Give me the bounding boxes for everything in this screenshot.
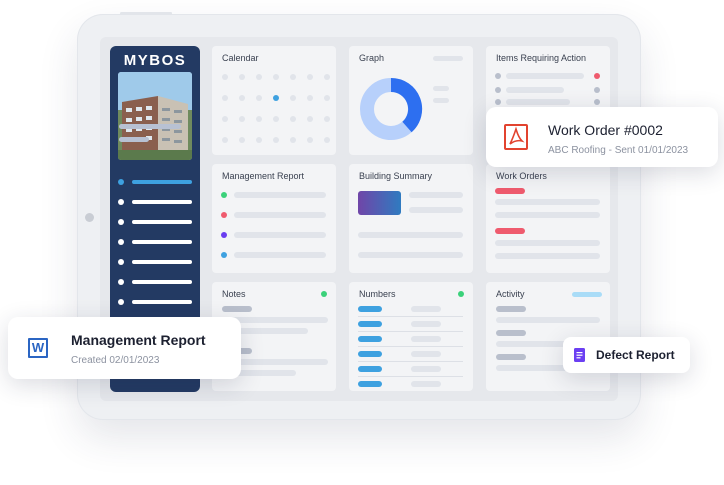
work-orders-card-title: Work Orders [496, 171, 547, 181]
numbers-row-label [411, 366, 441, 372]
calendar-day[interactable] [324, 95, 330, 101]
numbers-row-divider [358, 316, 463, 317]
calendar-day[interactable] [222, 137, 228, 143]
calendar-day[interactable] [273, 74, 279, 80]
numbers-row-value [358, 381, 382, 387]
defect-report-label: Defect Report [596, 348, 675, 362]
graph-card[interactable]: Graph [349, 46, 473, 155]
management-report-notification[interactable]: W Management Report Created 02/01/2023 [8, 317, 241, 379]
building-name-placeholder [119, 124, 181, 129]
calendar-day[interactable] [256, 137, 262, 143]
building-photo [118, 72, 192, 160]
numbers-row-value [358, 306, 382, 312]
calendar-day[interactable] [307, 95, 313, 101]
calendar-day[interactable] [273, 137, 279, 143]
pdf-icon [504, 124, 528, 150]
calendar-day[interactable] [239, 95, 245, 101]
calendar-card[interactable]: Calendar [212, 46, 336, 155]
numbers-card-title: Numbers [359, 289, 396, 299]
calendar-day[interactable] [324, 74, 330, 80]
sidebar-item[interactable] [118, 258, 198, 266]
sidebar-item-dashboard[interactable] [118, 178, 198, 186]
calendar-day[interactable] [324, 116, 330, 122]
calendar-day[interactable] [290, 137, 296, 143]
building-summary-card-title: Building Summary [359, 171, 433, 181]
calendar-day[interactable] [239, 74, 245, 80]
numbers-row-divider [358, 346, 463, 347]
calendar-day[interactable] [307, 74, 313, 80]
calendar-day[interactable] [222, 74, 228, 80]
numbers-row-label [411, 321, 441, 327]
graph-legend-item [433, 98, 449, 103]
numbers-card[interactable]: Numbers [349, 282, 473, 391]
work-orders-card[interactable]: Work Orders [486, 164, 610, 273]
calendar-day[interactable] [290, 74, 296, 80]
calendar-day[interactable] [222, 95, 228, 101]
calendar-day[interactable] [307, 116, 313, 122]
calendar-day[interactable] [290, 116, 296, 122]
graph-legend-placeholder [433, 56, 463, 61]
building-summary-image [358, 191, 401, 215]
word-icon: W [28, 338, 48, 358]
calendar-day[interactable] [239, 137, 245, 143]
numbers-row-divider [358, 376, 463, 377]
calendar-day[interactable] [273, 95, 279, 101]
building-address-placeholder [119, 137, 149, 142]
mybos-logo: MYBOS [123, 52, 187, 69]
work-order-subtitle: ABC Roofing - Sent 01/01/2023 [548, 145, 689, 156]
tablet-power-button [150, 12, 172, 15]
sidebar-item[interactable] [118, 278, 198, 286]
sidebar-item[interactable] [118, 238, 198, 246]
numbers-row-value [358, 336, 382, 342]
calendar-day[interactable] [273, 116, 279, 122]
items-action-card-title: Items Requiring Action [496, 53, 587, 63]
management-report-subtitle: Created 02/01/2023 [71, 355, 160, 366]
calendar-day[interactable] [256, 95, 262, 101]
activity-card-title: Activity [496, 289, 525, 299]
calendar-day[interactable] [324, 137, 330, 143]
work-order-notification[interactable]: Work Order #0002 ABC Roofing - Sent 01/0… [486, 107, 718, 167]
building-summary-card[interactable]: Building Summary [349, 164, 473, 273]
defect-report-notification[interactable]: Defect Report [563, 337, 690, 373]
numbers-row-value [358, 351, 382, 357]
tablet-camera [85, 213, 94, 222]
management-report-card[interactable]: Management Report [212, 164, 336, 273]
notes-card-title: Notes [222, 289, 246, 299]
numbers-row-divider [358, 361, 463, 362]
sidebar-item[interactable] [118, 198, 198, 206]
calendar-day[interactable] [256, 74, 262, 80]
numbers-row-label [411, 381, 441, 387]
graph-card-title: Graph [359, 53, 385, 63]
graph-legend-item [433, 86, 449, 91]
management-report-card-title: Management Report [222, 171, 305, 181]
calendar-card-title: Calendar [222, 53, 259, 63]
calendar-day[interactable] [290, 95, 296, 101]
calendar-day[interactable] [307, 137, 313, 143]
donut-chart [360, 77, 423, 140]
calendar-day[interactable] [239, 116, 245, 122]
calendar-day[interactable] [222, 116, 228, 122]
numbers-row-label [411, 351, 441, 357]
sidebar-item[interactable] [118, 298, 198, 306]
numbers-row-divider [358, 331, 463, 332]
numbers-row-label [411, 306, 441, 312]
work-order-title: Work Order #0002 [548, 122, 663, 138]
numbers-row-value [358, 366, 382, 372]
numbers-row-label [411, 336, 441, 342]
sidebar-item[interactable] [118, 218, 198, 226]
management-report-title: Management Report [71, 332, 206, 348]
calendar-day[interactable] [256, 116, 262, 122]
document-icon [574, 348, 585, 362]
numbers-row-value [358, 321, 382, 327]
